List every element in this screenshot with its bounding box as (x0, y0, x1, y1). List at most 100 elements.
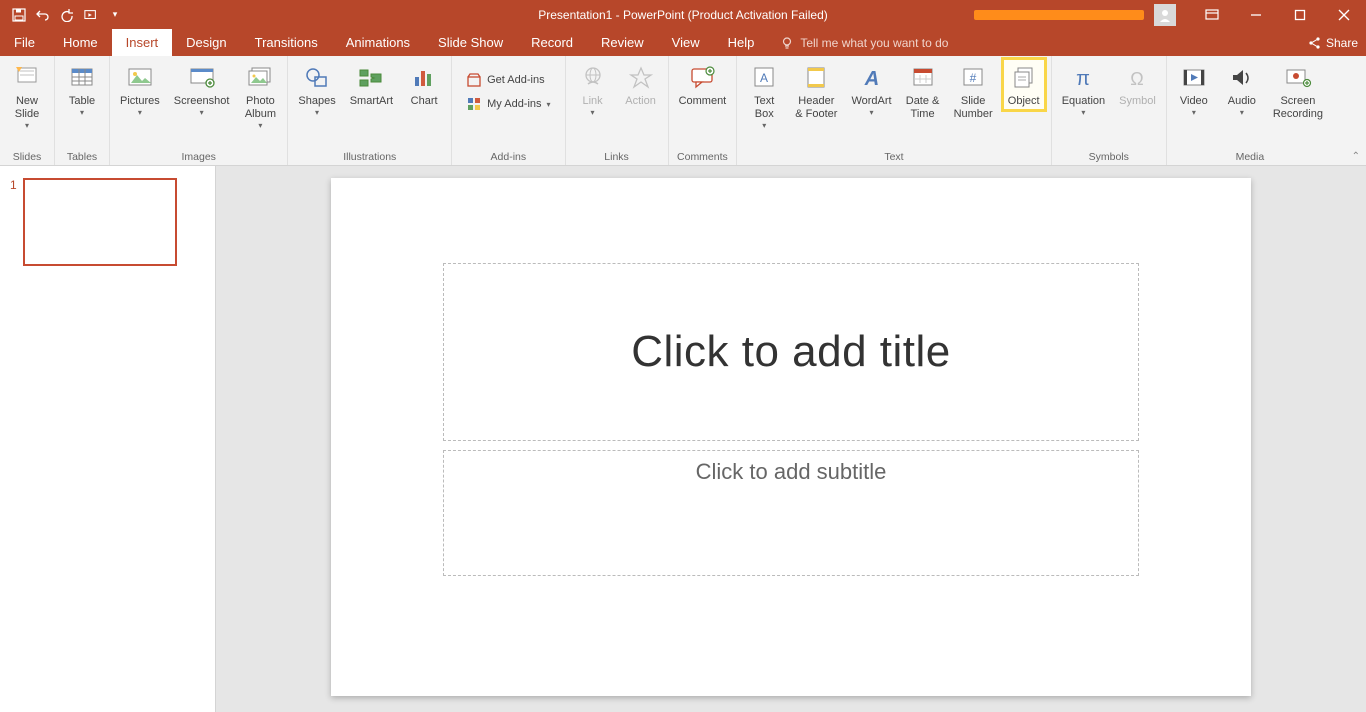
slide-number-button[interactable]: # Slide Number (950, 59, 997, 123)
account-name-bar (974, 10, 1144, 20)
redo-icon[interactable] (60, 8, 74, 22)
header-footer-button[interactable]: Header & Footer (791, 59, 841, 123)
tab-slideshow[interactable]: Slide Show (424, 29, 517, 56)
date-time-button[interactable]: Date & Time (902, 59, 944, 123)
tab-view[interactable]: View (658, 29, 714, 56)
collapse-ribbon-icon[interactable]: ⌃ (1352, 151, 1360, 162)
title-placeholder[interactable]: Click to add title (443, 263, 1139, 441)
group-label-text: Text (743, 149, 1044, 165)
dropdown-icon: ▾ (1081, 109, 1085, 117)
dropdown-icon: ▾ (315, 109, 319, 117)
tab-animations[interactable]: Animations (332, 29, 424, 56)
dropdown-icon: ▾ (25, 122, 29, 130)
screen-recording-button[interactable]: Screen Recording (1269, 59, 1327, 123)
audio-button[interactable]: Audio ▾ (1221, 59, 1263, 119)
ribbon-display-options-icon[interactable] (1190, 0, 1234, 29)
undo-icon[interactable] (36, 8, 50, 22)
object-icon (1012, 63, 1036, 93)
chart-button[interactable]: Chart (403, 59, 445, 110)
share-label: Share (1326, 36, 1358, 50)
close-button[interactable] (1322, 0, 1366, 29)
get-addins-label: Get Add-ins (487, 74, 544, 86)
dropdown-icon: ▾ (762, 122, 766, 130)
pictures-icon (126, 63, 154, 93)
group-media: Video ▾ Audio ▾ Screen Recording Media (1167, 56, 1333, 165)
thumbnail-number: 1 (10, 178, 17, 266)
tab-review[interactable]: Review (587, 29, 658, 56)
minimize-button[interactable] (1234, 0, 1278, 29)
group-links: Link ▾ Action Links (566, 56, 669, 165)
new-slide-icon (14, 63, 40, 93)
shapes-button[interactable]: Shapes ▾ (294, 59, 339, 119)
pictures-label: Pictures (120, 95, 160, 108)
chart-label: Chart (411, 95, 438, 108)
group-text: A Text Box ▾ Header & Footer A WordArt ▾… (737, 56, 1051, 165)
comment-button[interactable]: Comment (675, 59, 731, 110)
group-tables: Table ▾ Tables (55, 56, 110, 165)
dropdown-icon: ▾ (591, 109, 595, 117)
get-addins-button[interactable]: Get Add-ins (462, 70, 554, 90)
title-bar: ▾ Presentation1 - PowerPoint (Product Ac… (0, 0, 1366, 29)
user-avatar[interactable] (1154, 4, 1176, 26)
comment-label: Comment (679, 95, 727, 108)
window-title: Presentation1 - PowerPoint (Product Acti… (538, 8, 827, 22)
share-icon (1308, 36, 1322, 50)
header-footer-icon (804, 63, 828, 93)
tab-design[interactable]: Design (172, 29, 240, 56)
thumbnail-1[interactable] (23, 178, 177, 266)
pictures-button[interactable]: Pictures ▾ (116, 59, 164, 119)
smartart-button[interactable]: SmartArt (346, 59, 397, 110)
maximize-button[interactable] (1278, 0, 1322, 29)
comment-icon (688, 63, 716, 93)
wordart-label: WordArt (851, 95, 891, 108)
object-button[interactable]: Object (1003, 59, 1045, 110)
wordart-icon: A (860, 63, 884, 93)
bulb-icon (780, 36, 794, 50)
photo-album-button[interactable]: Photo Album ▾ (239, 59, 281, 132)
my-addins-button[interactable]: My Add-ins ▾ (462, 94, 554, 114)
tell-me-search[interactable]: Tell me what you want to do (780, 36, 948, 50)
audio-icon (1229, 63, 1255, 93)
group-label-slides: Slides (6, 149, 48, 165)
workspace: 1 Click to add title Click to add subtit… (0, 166, 1366, 712)
screenshot-label: Screenshot (174, 95, 230, 108)
photo-album-label: Photo Album (245, 95, 276, 121)
tab-record[interactable]: Record (517, 29, 587, 56)
video-button[interactable]: Video ▾ (1173, 59, 1215, 119)
screenshot-button[interactable]: Screenshot ▾ (170, 59, 234, 119)
header-footer-label: Header & Footer (795, 95, 837, 121)
thumbnail-1-wrap[interactable]: 1 (10, 178, 205, 266)
photo-album-icon (246, 63, 274, 93)
new-slide-button[interactable]: New Slide ▾ (6, 59, 48, 132)
slide-1[interactable]: Click to add title Click to add subtitle (331, 178, 1251, 696)
shapes-label: Shapes (298, 95, 335, 108)
start-from-beginning-icon[interactable] (84, 8, 98, 22)
qat-dropdown-icon[interactable]: ▾ (108, 8, 122, 22)
tab-home[interactable]: Home (49, 29, 112, 56)
table-label: Table (69, 95, 95, 108)
wordart-button[interactable]: A WordArt ▾ (847, 59, 895, 119)
svg-text:A: A (760, 71, 768, 85)
slide-canvas-area: Click to add title Click to add subtitle (216, 166, 1366, 712)
link-button: Link ▾ (572, 59, 614, 119)
date-time-label: Date & Time (906, 95, 940, 121)
save-icon[interactable] (12, 8, 26, 22)
group-label-images: Images (116, 149, 281, 165)
group-label-links: Links (572, 149, 662, 165)
dropdown-icon: ▾ (80, 109, 84, 117)
table-button[interactable]: Table ▾ (61, 59, 103, 119)
textbox-button[interactable]: A Text Box ▾ (743, 59, 785, 132)
subtitle-placeholder[interactable]: Click to add subtitle (443, 450, 1139, 576)
group-label-tables: Tables (61, 149, 103, 165)
tab-help[interactable]: Help (714, 29, 769, 56)
share-button[interactable]: Share (1308, 29, 1358, 56)
group-label-illustrations: Illustrations (294, 149, 445, 165)
date-time-icon (911, 63, 935, 93)
tab-insert[interactable]: Insert (112, 29, 173, 56)
video-label: Video (1180, 95, 1208, 108)
dropdown-icon: ▾ (870, 109, 874, 117)
tab-file[interactable]: File (0, 29, 49, 56)
svg-text:π: π (1077, 68, 1091, 90)
tab-transitions[interactable]: Transitions (241, 29, 332, 56)
equation-button[interactable]: π Equation ▾ (1058, 59, 1109, 119)
